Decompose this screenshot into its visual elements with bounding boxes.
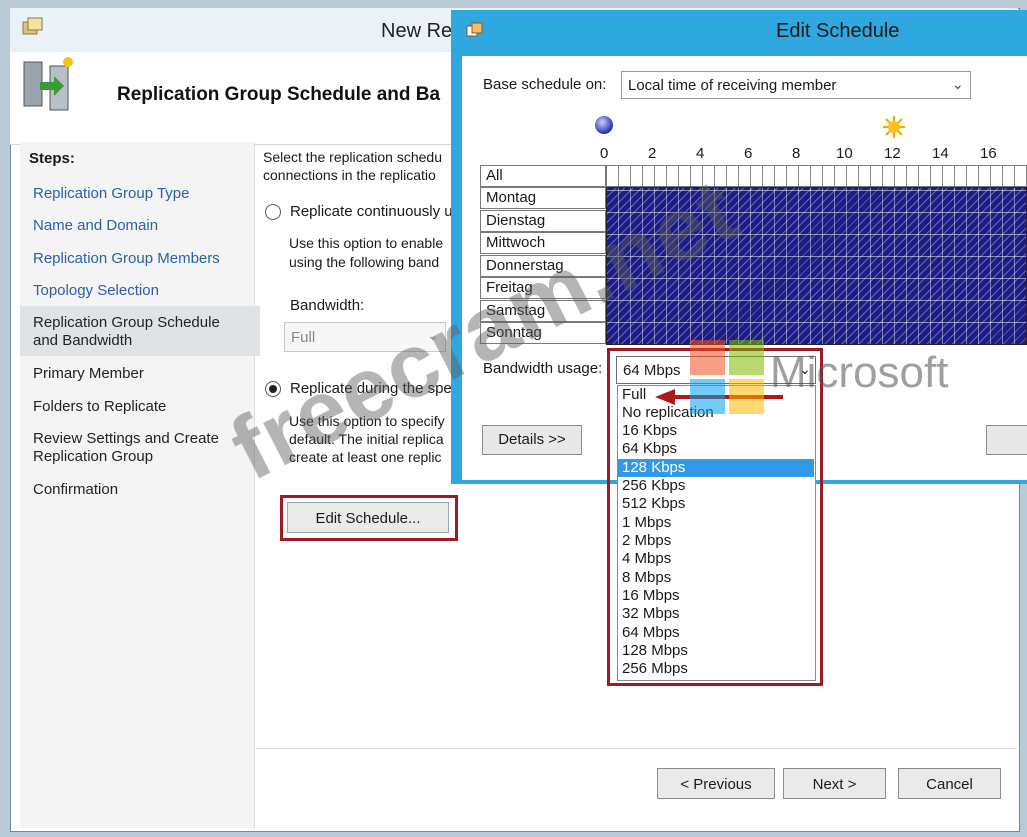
hour-8: 8 xyxy=(792,145,801,162)
option-16-kbps[interactable]: 16 Kbps xyxy=(618,422,814,440)
step-topology-selection[interactable]: Topology Selection xyxy=(33,282,248,300)
edit-schedule-button[interactable]: Edit Schedule... xyxy=(287,502,449,533)
base-schedule-value: Local time of receiving member xyxy=(628,77,837,94)
option-256-mbps[interactable]: 256 Mbps xyxy=(618,660,814,678)
option-16-mbps[interactable]: 16 Mbps xyxy=(618,587,814,605)
option-32-mbps[interactable]: 32 Mbps xyxy=(618,605,814,623)
option-64-kbps[interactable]: 64 Kbps xyxy=(618,440,814,458)
dialog-app-icon xyxy=(466,22,483,37)
hour-12: 12 xyxy=(884,145,901,162)
base-schedule-select[interactable]: Local time of receiving member ⌄ xyxy=(621,71,971,99)
intro-line-1: Select the replication schedu xyxy=(263,149,442,165)
step-replication-group-members[interactable]: Replication Group Members xyxy=(33,250,248,268)
option-2-mbps[interactable]: 2 Mbps xyxy=(618,532,814,550)
option-128-kbps[interactable]: 128 Kbps xyxy=(618,459,814,477)
hour-16: 16 xyxy=(980,145,997,162)
dialog-title: Edit Schedule xyxy=(776,20,900,42)
row-montag[interactable]: Montag xyxy=(480,187,606,209)
option1-desc-line-1: Use this option to enable xyxy=(289,235,444,251)
moon-icon xyxy=(595,116,613,134)
replicate-continuously-radio[interactable] xyxy=(265,204,281,220)
option-8-mbps[interactable]: 8 Mbps xyxy=(618,569,814,587)
next-button[interactable]: Next > xyxy=(783,768,886,799)
microsoft-logo-icon xyxy=(690,340,764,414)
hour-4: 4 xyxy=(696,145,705,162)
microsoft-watermark: Microsoft xyxy=(770,348,949,397)
replication-icon xyxy=(23,57,73,111)
option-512-kbps[interactable]: 512 Kbps xyxy=(618,495,814,513)
option-256-kbps[interactable]: 256 Kbps xyxy=(618,477,814,495)
option-4-mbps[interactable]: 4 Mbps xyxy=(618,550,814,568)
option1-desc-line-2: using the following band xyxy=(289,254,440,270)
hour-6: 6 xyxy=(744,145,753,162)
intro-text: Select the replication schedu connection… xyxy=(263,148,453,184)
wizard-title: New Re xyxy=(381,20,453,42)
app-icon xyxy=(22,17,43,35)
page-title: Replication Group Schedule and Ba xyxy=(117,84,441,105)
step-schedule-and-bandwidth: Replication Group Schedule and Bandwidth xyxy=(33,314,220,349)
details-button[interactable]: Details >> xyxy=(482,425,582,455)
footer-divider xyxy=(256,748,1018,749)
step-replication-group-type[interactable]: Replication Group Type xyxy=(33,185,248,203)
step-review-settings: Review Settings and Create Replication G… xyxy=(33,430,219,465)
option-1-mbps[interactable]: 1 Mbps xyxy=(618,514,814,532)
steps-heading: Steps: xyxy=(29,150,75,167)
cancel-button[interactable]: Cancel xyxy=(898,768,1001,799)
step-primary-member: Primary Member xyxy=(33,365,144,382)
dialog-ok-button[interactable] xyxy=(986,425,1027,455)
step-confirmation: Confirmation xyxy=(33,481,119,498)
row-all[interactable]: All xyxy=(480,165,606,187)
chevron-down-icon: ⌄ xyxy=(952,76,964,92)
step-name-and-domain[interactable]: Name and Domain xyxy=(33,217,248,235)
hour-14: 14 xyxy=(932,145,949,162)
hour-2: 2 xyxy=(648,145,657,162)
base-schedule-label: Base schedule on: xyxy=(483,76,607,93)
hour-0: 0 xyxy=(600,145,609,162)
replicate-continuously-label: Replicate continuously u xyxy=(290,203,452,220)
intro-line-2: connections in the replicatio xyxy=(263,167,436,183)
hour-10: 10 xyxy=(836,145,853,162)
sun-icon xyxy=(883,116,905,138)
bandwidth-label: Bandwidth: xyxy=(290,297,365,314)
bandwidth-select-value: Full xyxy=(291,329,316,346)
option-128-mbps[interactable]: 128 Mbps xyxy=(618,642,814,660)
previous-button[interactable]: < Previous xyxy=(657,768,775,799)
bandwidth-usage-value: 64 Mbps xyxy=(623,362,681,379)
option-64-mbps[interactable]: 64 Mbps xyxy=(618,624,814,642)
